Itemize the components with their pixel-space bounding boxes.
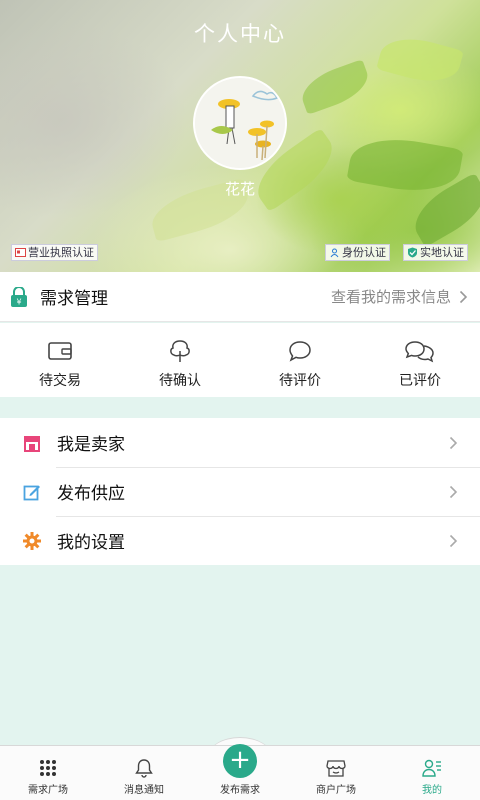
- status-pending-review-label: 待评价: [279, 373, 321, 389]
- tab-demand-square-label: 需求广场: [28, 785, 68, 796]
- tab-notifications[interactable]: 消息通知: [96, 746, 192, 800]
- demand-management-label: 需求管理: [40, 289, 108, 309]
- business-license-badge[interactable]: 营业执照认证: [11, 244, 98, 261]
- grid-dots-icon: [40, 760, 56, 776]
- tab-demand-square[interactable]: 需求广场: [0, 746, 96, 800]
- tree-icon: [170, 340, 190, 362]
- id-card-icon: [330, 248, 339, 258]
- menu-list: 我是卖家 发布供应 我的设置: [0, 418, 480, 565]
- username: 花花: [224, 180, 255, 198]
- tab-mine[interactable]: 我的: [384, 746, 480, 800]
- gear-icon: [23, 531, 41, 550]
- status-pending-confirm[interactable]: 待确认: [120, 323, 240, 397]
- page-title: 个人中心: [194, 22, 286, 46]
- chevron-right-icon: [449, 534, 458, 547]
- background-leaf: [296, 59, 374, 115]
- tab-merchant-square-label: 商户广场: [316, 785, 356, 796]
- license-card-icon: [15, 248, 26, 257]
- menu-item-seller[interactable]: 我是卖家: [0, 418, 480, 467]
- tab-merchant-square[interactable]: 商户广场: [288, 746, 384, 800]
- status-reviewed-label: 已评价: [399, 373, 441, 389]
- menu-item-settings-label: 我的设置: [57, 533, 125, 553]
- tab-mine-label: 我的: [422, 785, 442, 796]
- shield-check-icon: [408, 247, 417, 258]
- chat-bubble-icon: [289, 341, 311, 362]
- menu-item-seller-label: 我是卖家: [57, 435, 125, 455]
- svg-text:¥: ¥: [16, 297, 21, 306]
- status-pending-review[interactable]: 待评价: [240, 323, 360, 397]
- status-pending-trade-label: 待交易: [39, 373, 81, 389]
- chevron-right-icon: [459, 290, 468, 303]
- edit-icon: [23, 485, 40, 500]
- publish-demand-button[interactable]: +: [223, 744, 257, 778]
- lock-icon: ¥: [11, 286, 27, 307]
- identity-badge[interactable]: 身份认证: [325, 244, 390, 261]
- user-list-icon: [422, 759, 441, 777]
- avatar[interactable]: [193, 76, 287, 170]
- chevron-right-icon: [449, 436, 458, 449]
- onsite-label: 实地认证: [420, 246, 464, 259]
- plus-icon: +: [229, 745, 251, 775]
- identity-label: 身份认证: [342, 246, 386, 259]
- onsite-badge[interactable]: 实地认证: [403, 244, 468, 261]
- menu-item-publish-supply[interactable]: 发布供应: [0, 467, 480, 516]
- status-pending-trade[interactable]: 待交易: [0, 323, 120, 397]
- shop-icon: [24, 435, 40, 452]
- store-icon: [326, 760, 346, 777]
- business-license-label: 营业执照认证: [28, 246, 94, 259]
- wallet-icon: [48, 342, 72, 360]
- menu-item-publish-supply-label: 发布供应: [57, 484, 125, 504]
- demand-management-row[interactable]: ¥ 需求管理 查看我的需求信息: [0, 272, 480, 322]
- profile-header: 个人中心 花花 营业执照认证 身份认证 实地认证: [0, 0, 480, 272]
- status-reviewed[interactable]: 已评价: [360, 323, 480, 397]
- tab-publish-demand-label: 发布需求: [220, 785, 260, 796]
- view-demand-link[interactable]: 查看我的需求信息: [331, 286, 468, 307]
- chat-bubbles-icon: [405, 341, 434, 363]
- avatar-illustration: [195, 78, 285, 168]
- menu-item-settings[interactable]: 我的设置: [0, 516, 480, 565]
- view-demand-link-label: 查看我的需求信息: [330, 288, 451, 306]
- tab-notifications-label: 消息通知: [124, 785, 164, 796]
- order-status-row: 待交易 待确认 待评价 已评价: [0, 323, 480, 397]
- bell-icon: [135, 759, 153, 778]
- chevron-right-icon: [449, 485, 458, 498]
- status-pending-confirm-label: 待确认: [159, 373, 201, 389]
